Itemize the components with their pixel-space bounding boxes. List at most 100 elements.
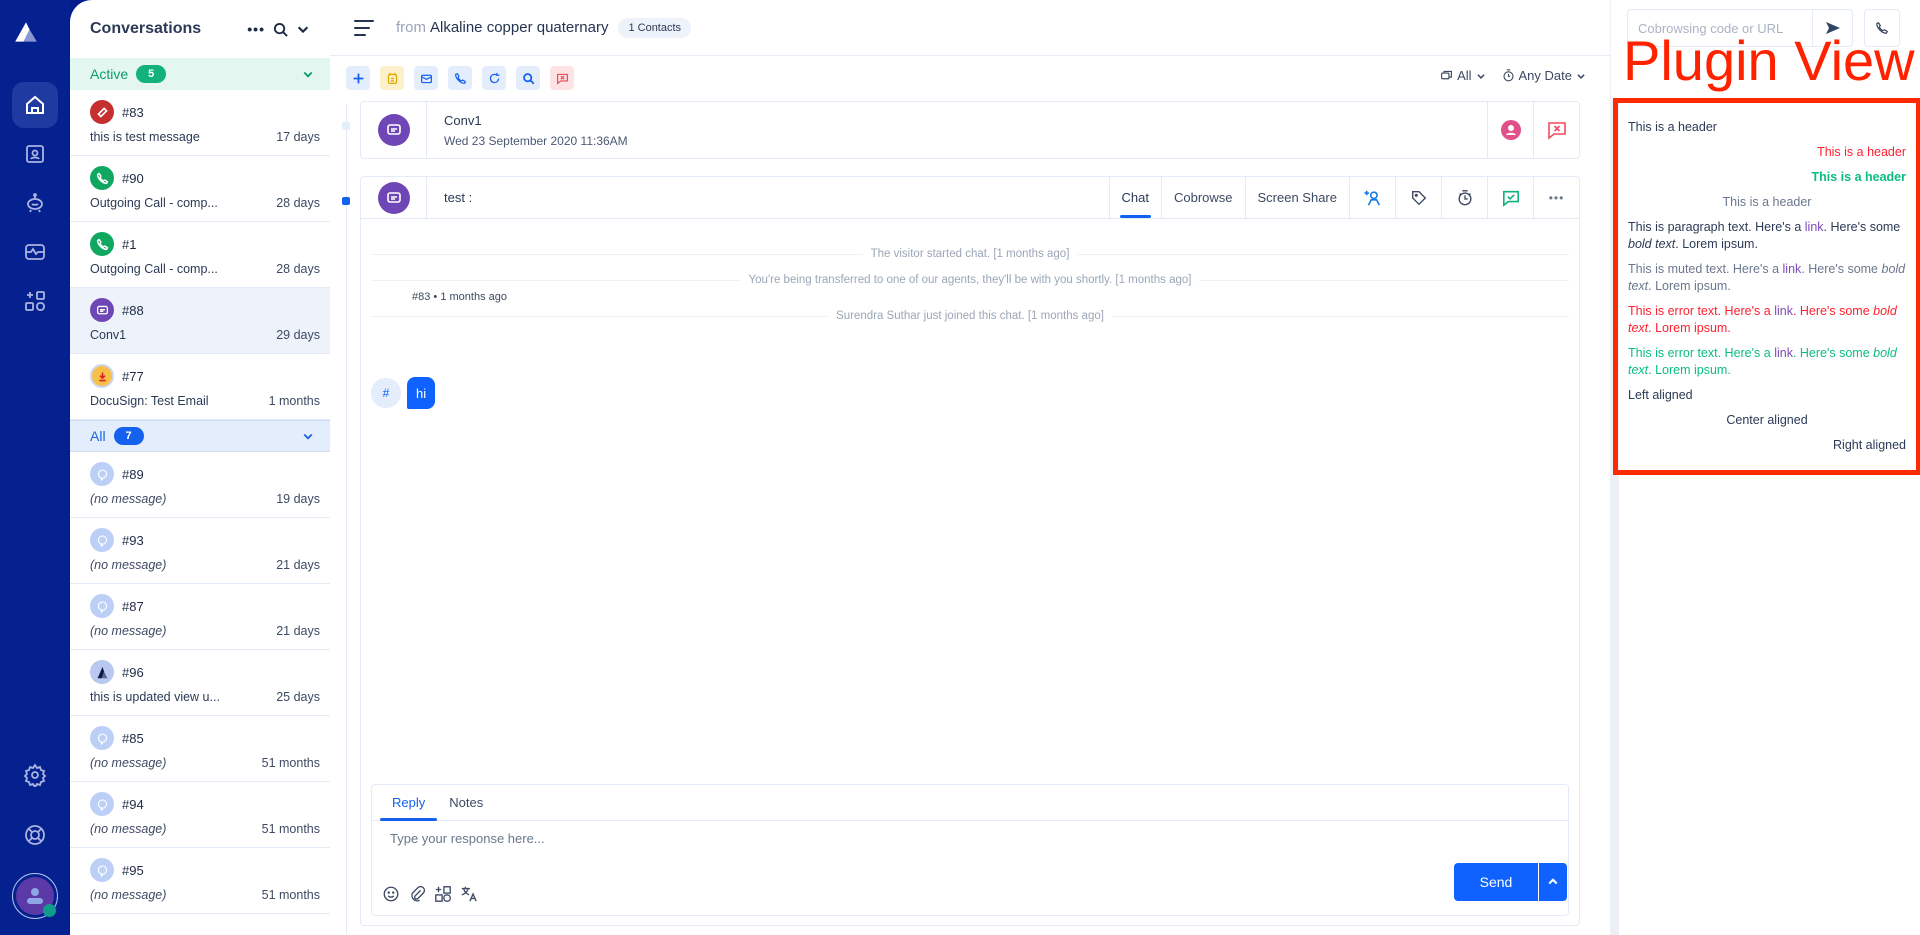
contacts-badge[interactable]: 1 Contacts xyxy=(618,17,692,38)
more-icon: ••• xyxy=(1548,190,1565,205)
plugin-link[interactable]: link xyxy=(1783,262,1802,276)
translate-icon[interactable] xyxy=(460,885,478,903)
chat-icon xyxy=(377,181,410,214)
nav-bots[interactable] xyxy=(12,180,58,226)
section-active[interactable]: Active 5 xyxy=(70,58,330,90)
reply-input[interactable] xyxy=(390,831,1190,846)
conversation-preview: this is test message xyxy=(90,130,200,144)
send-options-button[interactable] xyxy=(1538,863,1567,901)
conversation-preview: this is updated view u... xyxy=(90,690,220,704)
plugin-link[interactable]: link xyxy=(1805,220,1824,234)
conversation-item-selected[interactable]: #88 Conv1 29 days xyxy=(70,288,330,354)
conversation-id: #87 xyxy=(122,598,144,614)
channel-filter[interactable]: All xyxy=(1440,68,1485,83)
hamburger-menu-icon[interactable] xyxy=(354,19,374,36)
chat-card: test : Chat Cobrowse Screen Share ••• Th… xyxy=(360,176,1580,926)
conversation-id: #77 xyxy=(122,368,144,384)
conversation-preview: DocuSign: Test Email xyxy=(90,394,209,408)
conversation-item[interactable]: #95 (no message) 51 months xyxy=(70,848,330,914)
more-options-button[interactable]: ••• xyxy=(1533,177,1579,218)
snooze-button[interactable] xyxy=(1441,177,1487,218)
plugin-header-error: This is a header xyxy=(1817,145,1906,159)
close-chat-button[interactable] xyxy=(550,66,574,90)
user-avatar[interactable] xyxy=(12,873,58,919)
plugin-link[interactable]: link xyxy=(1774,346,1793,360)
tab-cobrowse[interactable]: Cobrowse xyxy=(1160,177,1245,218)
email-button[interactable] xyxy=(414,66,438,90)
conversation-item[interactable]: #1 Outgoing Call - comp... 28 days xyxy=(70,222,330,288)
refresh-button[interactable] xyxy=(482,66,506,90)
tab-screen-share[interactable]: Screen Share xyxy=(1244,177,1350,218)
assign-user-button[interactable] xyxy=(1487,102,1533,158)
tab-notes[interactable]: Notes xyxy=(437,785,495,820)
nav-contacts[interactable] xyxy=(12,131,58,177)
attachment-icon[interactable] xyxy=(408,885,426,903)
add-participant-button[interactable] xyxy=(1349,177,1395,218)
conversation-item[interactable]: #93 (no message) 21 days xyxy=(70,518,330,584)
conversation-preview: (no message) xyxy=(90,558,167,572)
plugin-header-muted: This is a header xyxy=(1722,195,1812,209)
nav-settings[interactable] xyxy=(12,752,58,798)
timeline-marker xyxy=(342,122,350,130)
call-button[interactable] xyxy=(448,66,472,90)
conversation-item[interactable]: #85 (no message) 51 months xyxy=(70,716,330,782)
conversation-time: 25 days xyxy=(276,690,320,704)
tab-chat[interactable]: Chat xyxy=(1108,177,1161,218)
chat-bubbles-icon xyxy=(1441,70,1453,80)
section-all-label: All xyxy=(90,428,106,444)
apps-icon[interactable] xyxy=(434,885,452,903)
conversation-preview: Outgoing Call - comp... xyxy=(90,262,218,276)
add-button[interactable] xyxy=(346,66,370,90)
nav-analytics[interactable] xyxy=(12,229,58,275)
home-icon xyxy=(26,95,44,114)
conversation-card[interactable]: Conv1 Wed 23 September 2020 11:36AM xyxy=(360,101,1580,159)
section-all[interactable]: All 7 xyxy=(70,420,330,452)
nav-home[interactable] xyxy=(12,82,58,128)
stopwatch-icon xyxy=(1502,69,1514,82)
date-filter-value: Any Date xyxy=(1518,68,1572,83)
conversation-time: 28 days xyxy=(276,262,320,276)
conversation-time: 21 days xyxy=(276,558,320,572)
conversation-item[interactable]: #90 Outgoing Call - comp... 28 days xyxy=(70,156,330,222)
right-panel: Plugin View This is a header This is a h… xyxy=(1610,0,1920,935)
tag-button[interactable] xyxy=(1395,177,1441,218)
conversation-time: 51 months xyxy=(261,822,320,836)
conversation-preview: (no message) xyxy=(90,756,167,770)
chevron-down-icon[interactable] xyxy=(302,430,314,442)
conversation-time: 51 months xyxy=(261,756,320,770)
close-conversation-button[interactable] xyxy=(1533,102,1579,158)
chevron-down-icon[interactable] xyxy=(302,68,314,80)
date-filter[interactable]: Any Date xyxy=(1502,68,1586,83)
conversation-item[interactable]: #96 this is updated view u... 25 days xyxy=(70,650,330,716)
stopwatch-icon xyxy=(1457,189,1472,205)
emoji-icon[interactable] xyxy=(382,885,400,903)
resolve-button[interactable] xyxy=(1487,177,1533,218)
more-icon[interactable]: ••• xyxy=(247,21,265,37)
send-button[interactable]: Send xyxy=(1454,863,1538,901)
note-button[interactable] xyxy=(380,66,404,90)
conversation-id: #83 xyxy=(122,104,144,120)
plugin-link[interactable]: link xyxy=(1774,304,1793,318)
filters: All Any Date xyxy=(1440,68,1586,83)
conversation-item[interactable]: #83 this is test message 17 days xyxy=(70,90,330,156)
logo-icon[interactable] xyxy=(14,20,54,56)
search-icon[interactable] xyxy=(273,22,288,37)
conversation-item[interactable]: #77 DocuSign: Test Email 1 months xyxy=(70,354,330,420)
conversation-item[interactable]: #89 (no message) 19 days xyxy=(70,452,330,518)
nav-apps[interactable] xyxy=(12,278,58,324)
chevron-down-icon[interactable] xyxy=(296,22,310,36)
nav-help[interactable] xyxy=(12,812,58,858)
conversation-item[interactable]: #87 (no message) 21 days xyxy=(70,584,330,650)
chat-close-icon xyxy=(556,73,568,85)
phone-icon xyxy=(90,232,114,256)
conversation-item[interactable]: #94 (no message) 51 months xyxy=(70,782,330,848)
chat-check-icon xyxy=(1502,190,1519,207)
contact-name[interactable]: Alkaline copper quaternary xyxy=(430,19,608,36)
conversations-panel: Conversations ••• Active 5 #83 this is te… xyxy=(70,0,330,935)
center-aligned-text: Center aligned xyxy=(1726,413,1808,427)
conversation-id: #90 xyxy=(122,170,144,186)
search-button[interactable] xyxy=(516,66,540,90)
tab-reply[interactable]: Reply xyxy=(380,785,438,821)
bot-icon xyxy=(27,193,43,213)
channel-filter-value: All xyxy=(1457,68,1472,83)
